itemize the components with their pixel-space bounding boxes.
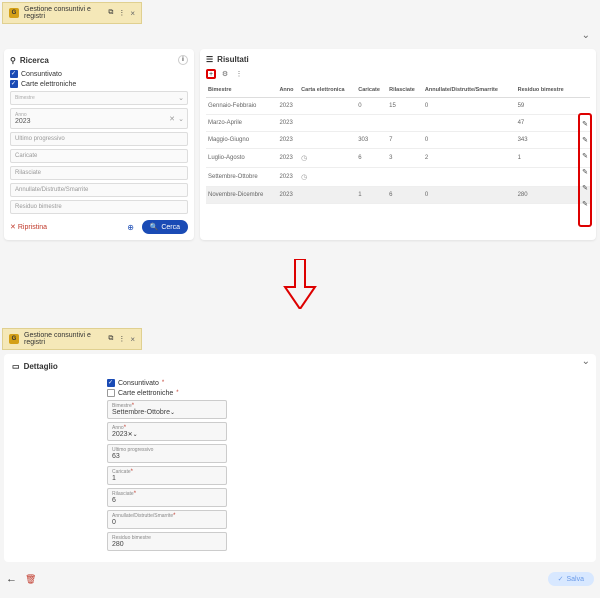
close-icon[interactable]: × bbox=[130, 9, 135, 18]
col-header[interactable]: Rilasciate bbox=[387, 83, 423, 98]
edit-icon[interactable]: ✎ bbox=[581, 148, 589, 164]
search-title: Ricerca bbox=[20, 56, 49, 65]
col-header[interactable]: Carta elettronica bbox=[299, 83, 356, 98]
more-icon[interactable]: ⋮ bbox=[234, 69, 244, 79]
col-header[interactable]: Bimestre bbox=[206, 83, 277, 98]
clock-icon: ◷ bbox=[301, 174, 307, 181]
tab[interactable]: G Gestione consuntivi e registri ⧉ ⋮ × bbox=[2, 2, 142, 24]
edit-icon[interactable]: ✎ bbox=[581, 164, 589, 180]
app-icon: G bbox=[9, 334, 19, 344]
tab-pop-icon[interactable]: ⧉ bbox=[108, 335, 113, 343]
chevron-down-icon: ⌄ bbox=[133, 432, 138, 438]
col-header[interactable] bbox=[576, 83, 590, 98]
edit-icon[interactable]: ✎ bbox=[581, 132, 589, 148]
search-button[interactable]: 🔍 Cerca bbox=[142, 220, 188, 234]
field-rilasciate[interactable]: Rilasciate bbox=[10, 166, 188, 180]
col-header[interactable]: Annullate/Distrutte/Smarrite bbox=[423, 83, 516, 98]
col-header[interactable]: Caricate bbox=[356, 83, 387, 98]
flow-arrow bbox=[0, 244, 600, 326]
filter-icon: ⚲ bbox=[10, 56, 16, 65]
results-table: BimestreAnnoCarta elettronicaCaricateRil… bbox=[206, 83, 590, 204]
chk-consuntivato[interactable] bbox=[107, 379, 115, 387]
field-bimestre[interactable]: Bimestre*Settembre-Ottobre⌄ bbox=[107, 400, 227, 419]
tab-title: Gestione consuntivi e registri bbox=[24, 6, 103, 20]
field-ads[interactable]: Annullate/Distrutte/Smarrite bbox=[10, 183, 188, 197]
field-ultimo[interactable]: Ultimo progressivo bbox=[10, 132, 188, 146]
field-anno[interactable]: Anno*2023✕⌄ bbox=[107, 422, 227, 441]
table-row[interactable]: Gennaio-Febbraio2023015059 bbox=[206, 98, 590, 115]
chevron-down-icon: ⌄ bbox=[178, 115, 184, 123]
field-caricate[interactable]: Caricate*1 bbox=[107, 466, 227, 485]
results-title: Risultati bbox=[217, 55, 249, 64]
detail-panel: ▭ Dettaglio Consuntivato* Carte elettron… bbox=[4, 354, 596, 562]
detail-title: Dettaglio bbox=[24, 362, 58, 371]
app-icon: G bbox=[9, 8, 19, 18]
tab-title: Gestione consuntivi e registri bbox=[24, 332, 103, 346]
clear-icon: ✕ bbox=[169, 115, 175, 123]
chk-carte[interactable] bbox=[107, 389, 115, 397]
tab[interactable]: G Gestione consuntivi e registri ⧉ ⋮ × bbox=[2, 328, 142, 350]
col-header[interactable]: Residuo bimestre bbox=[516, 83, 576, 98]
save-button[interactable]: ✓ Salva bbox=[548, 572, 594, 586]
field-anno[interactable]: Anno2023✕⌄ bbox=[10, 108, 188, 129]
chk-consuntivato[interactable] bbox=[10, 70, 18, 78]
table-row[interactable]: Marzo-Aprile202347 bbox=[206, 115, 590, 132]
chk-carte[interactable] bbox=[10, 80, 18, 88]
results-panel: ☰ Risultati + ⚙ ⋮ BimestreAnnoCarta elet… bbox=[200, 49, 596, 240]
zoom-icon[interactable]: ⊕ bbox=[125, 221, 137, 233]
reset-button[interactable]: ✕ Ripristina bbox=[10, 223, 47, 231]
table-row[interactable]: Maggio-Giugno202330370343 bbox=[206, 132, 590, 149]
field-bimestre[interactable]: Bimestre⌄ bbox=[10, 91, 188, 105]
field-ads[interactable]: Annullate/Distrutte/Smarrite*0 bbox=[107, 510, 227, 529]
collapse-icon[interactable]: ⌄ bbox=[582, 356, 590, 367]
settings-icon[interactable]: ⚙ bbox=[220, 69, 230, 79]
field-residuo[interactable]: Residuo bimestre280 bbox=[107, 532, 227, 551]
field-rilasciate[interactable]: Rilasciate*6 bbox=[107, 488, 227, 507]
tab-more-icon[interactable]: ⋮ bbox=[118, 9, 125, 17]
clock-icon: ◷ bbox=[301, 155, 307, 162]
edit-icon[interactable]: ✎ bbox=[581, 116, 589, 132]
delete-button[interactable]: 🗑 bbox=[25, 574, 36, 585]
search-panel: ⚲ Ricerca i Consuntivato Carte elettroni… bbox=[4, 49, 194, 240]
edit-column-highlight: ✎ ✎ ✎ ✎ ✎ ✎ bbox=[578, 113, 592, 227]
edit-icon[interactable]: ✎ bbox=[581, 196, 589, 212]
field-residuo[interactable]: Residuo bimestre bbox=[10, 200, 188, 214]
edit-icon[interactable]: ✎ bbox=[581, 180, 589, 196]
back-button[interactable]: ← bbox=[6, 573, 17, 585]
col-header[interactable]: Anno bbox=[277, 83, 299, 98]
chevron-down-icon: ⌄ bbox=[170, 410, 175, 416]
chevron-down-icon: ⌄ bbox=[178, 94, 184, 102]
collapse-icon[interactable]: ⌄ bbox=[582, 30, 590, 41]
info-icon[interactable]: i bbox=[178, 55, 188, 65]
table-row[interactable]: Luglio-Agosto2023◷6321 bbox=[206, 149, 590, 168]
add-button[interactable]: + bbox=[206, 69, 216, 79]
tab-pop-icon[interactable]: ⧉ bbox=[108, 9, 113, 17]
field-ultimo[interactable]: Ultimo progressivo63 bbox=[107, 444, 227, 463]
list-icon: ☰ bbox=[206, 55, 213, 64]
close-icon[interactable]: × bbox=[130, 335, 135, 344]
table-row[interactable]: Settembre-Ottobre2023◷ bbox=[206, 168, 590, 187]
table-row[interactable]: Novembre-Dicembre2023160280 bbox=[206, 187, 590, 204]
field-caricate[interactable]: Caricate bbox=[10, 149, 188, 163]
tab-more-icon[interactable]: ⋮ bbox=[118, 335, 125, 343]
detail-icon: ▭ bbox=[12, 362, 20, 371]
